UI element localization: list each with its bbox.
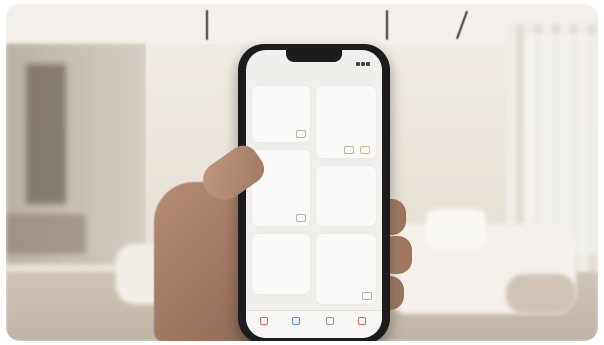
tab-scenes[interactable] xyxy=(320,317,340,327)
device-tile[interactable] xyxy=(252,86,310,142)
window-light xyxy=(526,34,598,254)
tab-home[interactable] xyxy=(254,317,274,327)
photo-frame xyxy=(6,4,598,341)
device-tile[interactable] xyxy=(252,234,310,294)
device-tile[interactable] xyxy=(316,234,376,304)
device-icon xyxy=(296,214,306,222)
doorway xyxy=(26,64,66,204)
sofa-cushion xyxy=(426,209,486,249)
phone-notch xyxy=(286,50,342,62)
bottom-tab-bar xyxy=(246,310,382,338)
grid-icon xyxy=(292,317,300,325)
device-icon xyxy=(360,146,370,154)
ceiling-rail xyxy=(386,10,388,40)
phone-screen xyxy=(246,50,382,338)
tab-profile[interactable] xyxy=(352,317,372,327)
dining-table xyxy=(6,214,86,254)
app-header-title xyxy=(246,66,382,80)
device-icon xyxy=(362,292,372,300)
profile-icon xyxy=(358,317,366,325)
scene-icon xyxy=(326,317,334,325)
device-tile[interactable] xyxy=(316,86,376,158)
ceiling-rail xyxy=(206,10,208,40)
device-icon xyxy=(296,130,306,138)
status-icons xyxy=(356,53,376,66)
device-tile[interactable] xyxy=(316,166,376,226)
smartphone xyxy=(238,44,390,341)
tab-devices[interactable] xyxy=(286,317,306,327)
side-chair xyxy=(506,274,576,314)
device-icon xyxy=(344,146,354,154)
home-icon xyxy=(260,317,268,325)
